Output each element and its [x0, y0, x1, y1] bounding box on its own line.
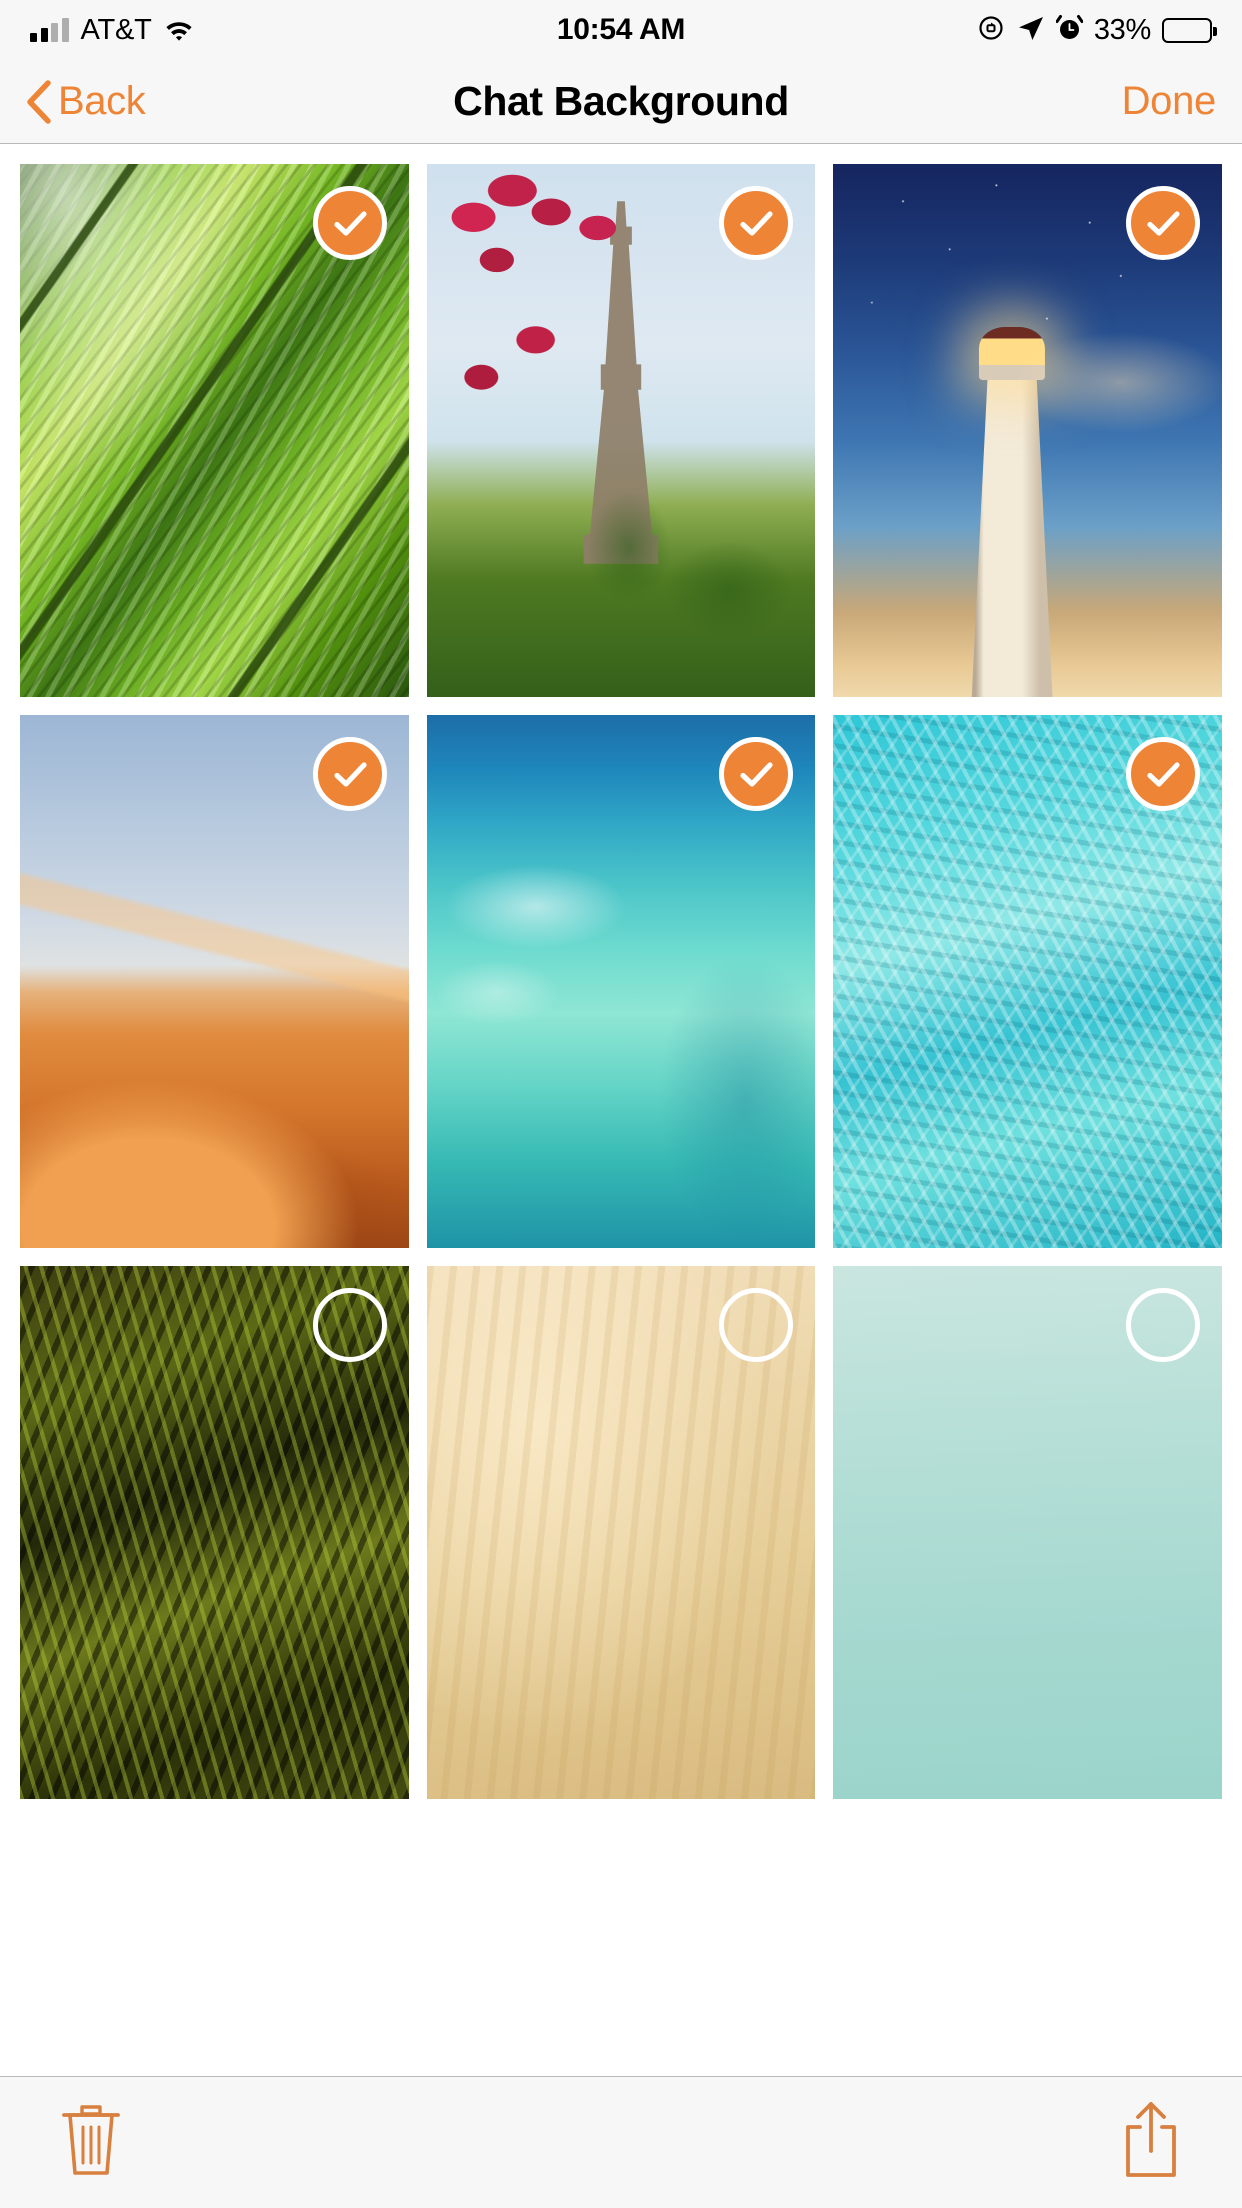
- background-cell-beige-parchment[interactable]: [426, 1266, 816, 1799]
- battery-percent-label: 33%: [1093, 13, 1151, 46]
- background-grid: [20, 164, 1222, 1799]
- chevron-left-icon: [26, 79, 52, 124]
- empty-circle-icon: [1142, 1304, 1184, 1346]
- check-icon: [329, 753, 371, 795]
- selection-badge-tropical-atoll[interactable]: [719, 737, 794, 811]
- done-button[interactable]: Done: [1122, 79, 1217, 124]
- background-cell-green-leaf[interactable]: [20, 164, 409, 697]
- delete-button[interactable]: [48, 2097, 134, 2189]
- app-screen: AT&T 10:54 AM 33% Back Chat Background D…: [0, 0, 1242, 2208]
- back-button-label: Back: [58, 79, 146, 123]
- status-bar: AT&T 10:54 AM 33%: [0, 0, 1242, 60]
- background-cell-sand-dune[interactable]: [20, 715, 409, 1248]
- selection-badge-turquoise-water[interactable]: [1125, 737, 1200, 811]
- selection-badge-sand-dune[interactable]: [312, 737, 387, 811]
- navigation-bar: Back Chat Background Done: [0, 60, 1242, 144]
- alarm-clock-icon: [1055, 14, 1084, 47]
- selection-badge-green-leaf[interactable]: [312, 186, 387, 260]
- lighthouse-tower-shape: [971, 371, 1053, 697]
- selection-badge-beige-parchment[interactable]: [719, 1288, 794, 1362]
- back-button[interactable]: Back: [26, 79, 146, 124]
- selection-badge-dark-foliage[interactable]: [312, 1288, 387, 1362]
- share-upload-icon: [1120, 2099, 1182, 2186]
- background-cell-lighthouse-night[interactable]: [833, 164, 1222, 697]
- status-bar-right: 33%: [976, 13, 1217, 48]
- check-icon: [735, 202, 777, 244]
- background-cell-tropical-atoll[interactable]: [426, 715, 816, 1248]
- background-cell-turquoise-water[interactable]: [833, 715, 1222, 1248]
- check-icon: [1142, 753, 1184, 795]
- check-icon: [329, 202, 371, 244]
- empty-circle-icon: [329, 1304, 371, 1346]
- trash-icon: [58, 2100, 124, 2185]
- lighthouse-lamp-shape: [979, 326, 1046, 380]
- background-cell-eiffel-tower[interactable]: [426, 164, 816, 697]
- background-gallery-scroll[interactable]: [0, 144, 1242, 2076]
- background-cell-mint-gradient[interactable]: [833, 1266, 1222, 1799]
- check-icon: [1142, 202, 1184, 244]
- eiffel-tower-shape: [583, 201, 659, 564]
- battery-icon: [1162, 17, 1217, 43]
- empty-circle-icon: [735, 1304, 777, 1346]
- background-cell-dark-foliage[interactable]: [20, 1266, 409, 1799]
- selection-badge-eiffel-tower[interactable]: [719, 186, 794, 260]
- check-icon: [735, 753, 777, 795]
- page-title: Chat Background: [453, 78, 789, 124]
- orientation-lock-icon: [976, 13, 1006, 48]
- selection-badge-lighthouse-night[interactable]: [1125, 186, 1200, 260]
- bottom-toolbar: [0, 2076, 1242, 2208]
- selection-badge-mint-gradient[interactable]: [1125, 1288, 1200, 1362]
- share-button[interactable]: [1108, 2097, 1194, 2189]
- location-arrow-icon: [1017, 14, 1045, 47]
